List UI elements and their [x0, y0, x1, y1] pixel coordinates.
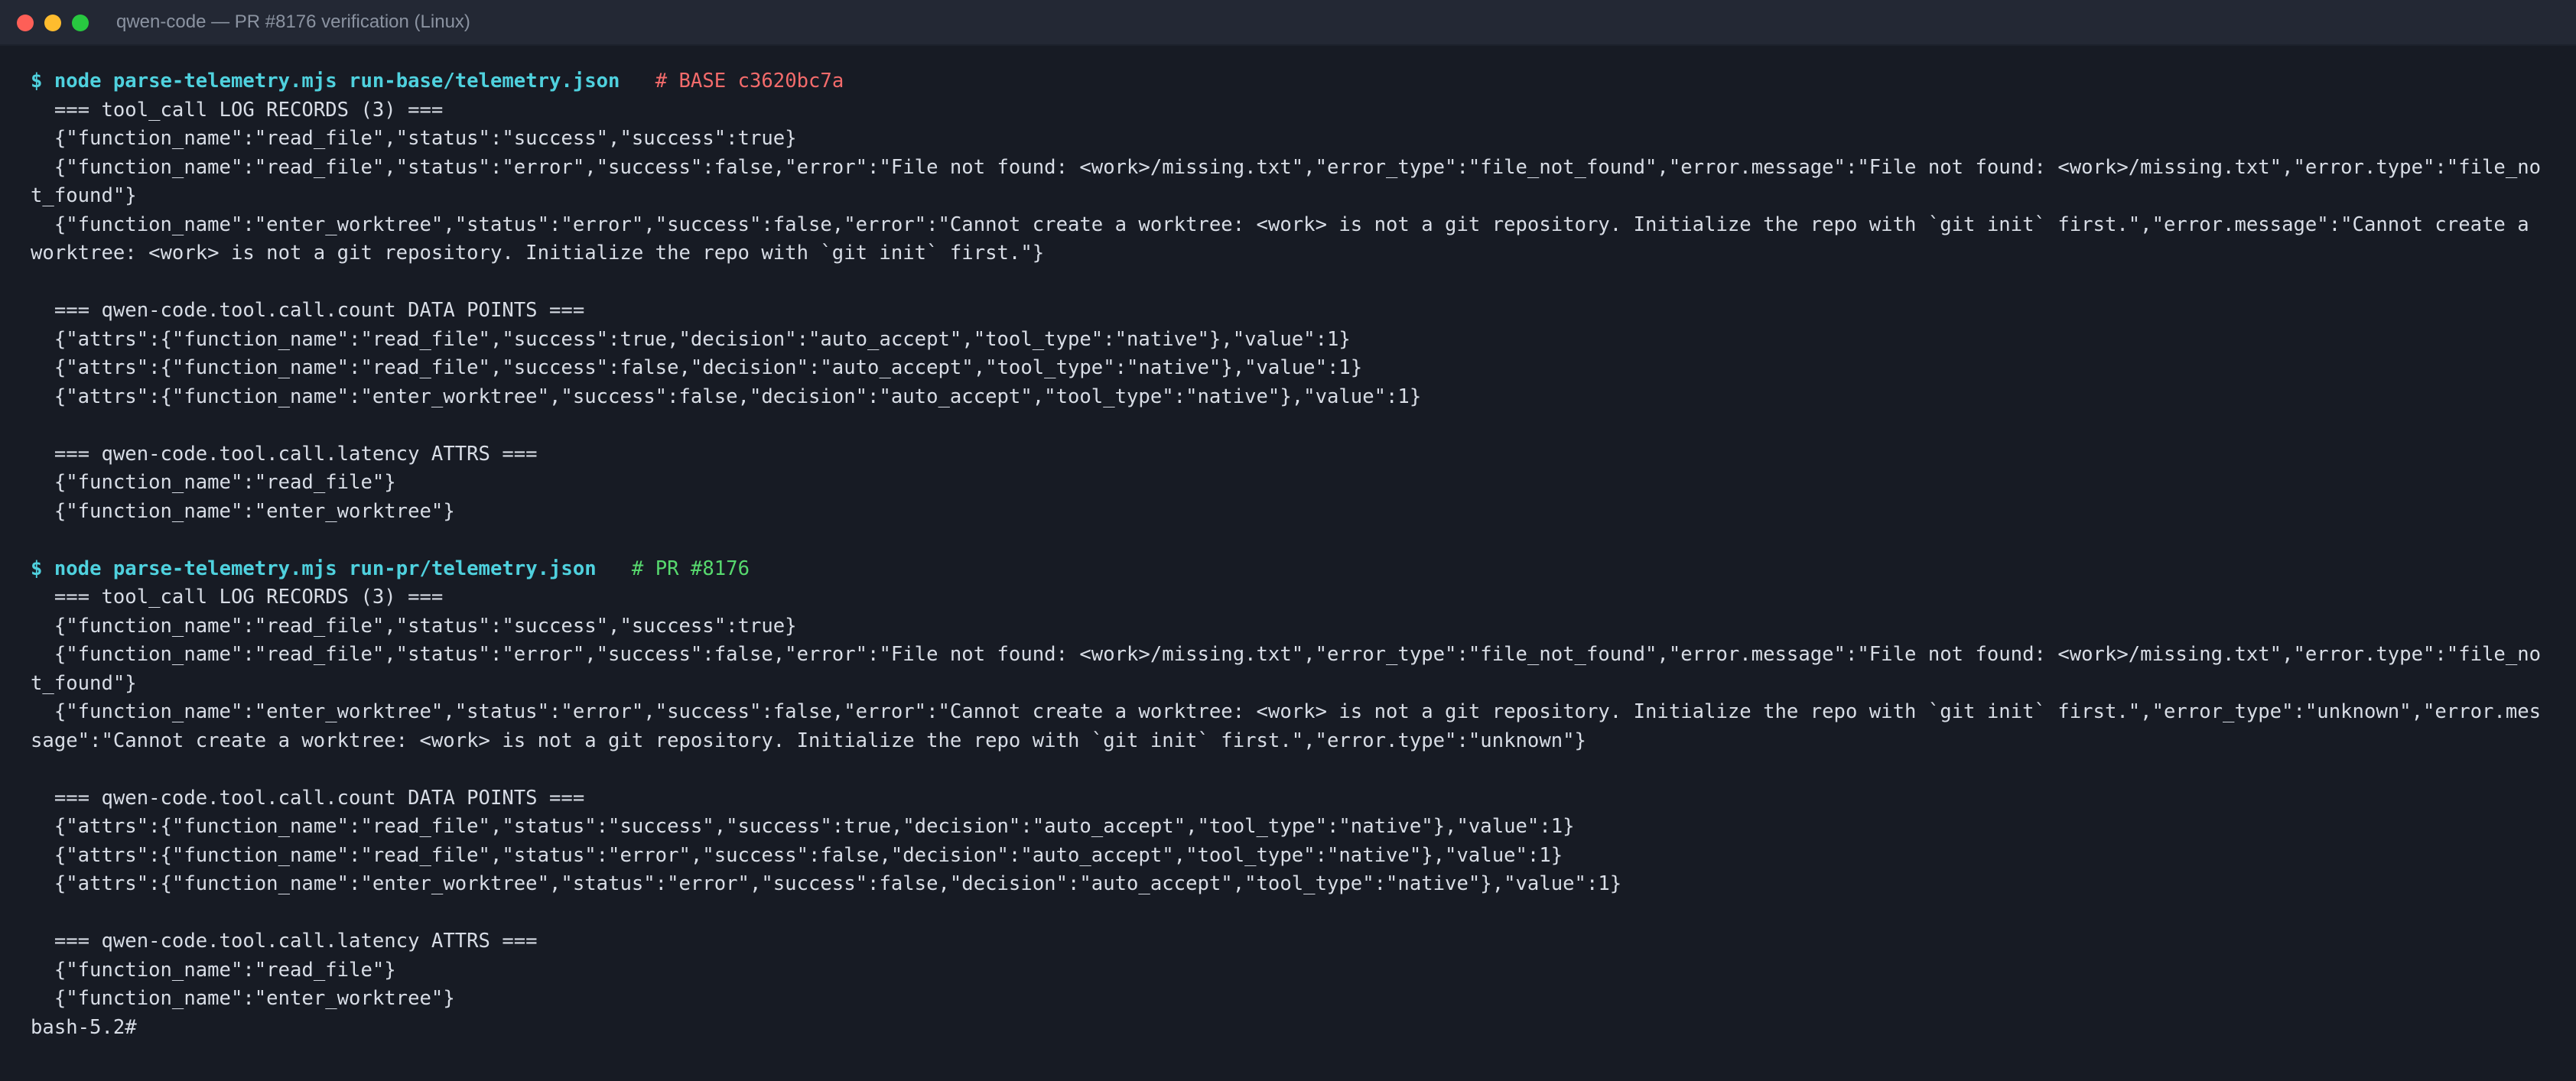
window-title: qwen-code — PR #8176 verification (Linux… — [116, 11, 470, 32]
output-line: {"function_name":"read_file"} — [31, 956, 2547, 985]
output-line-text: {"function_name":"enter_worktree"} — [54, 987, 455, 1010]
output-line: {"attrs":{"function_name":"enter_worktre… — [31, 383, 2547, 412]
output-line: {"attrs":{"function_name":"read_file","s… — [31, 842, 2547, 871]
output-line-text: {"function_name":"read_file","status":"e… — [31, 155, 2542, 208]
command-comment: # BASE c3620bc7a — [655, 70, 844, 93]
output-line-text: {"function_name":"read_file"} — [54, 958, 396, 982]
prompt-symbol: $ — [31, 70, 43, 93]
terminal-window: qwen-code — PR #8176 verification (Linux… — [0, 0, 2576, 1081]
maximize-window-button[interactable] — [72, 15, 89, 31]
output-line: {"function_name":"read_file","status":"s… — [31, 612, 2547, 641]
title-bar: qwen-code — PR #8176 verification (Linux… — [0, 0, 2576, 46]
output-line: {"function_name":"enter_worktree","statu… — [31, 211, 2547, 268]
output-line-text: {"attrs":{"function_name":"read_file","s… — [54, 815, 1575, 838]
section-header: === qwen-code.tool.call.latency ATTRS ==… — [31, 440, 2547, 469]
output-line: {"attrs":{"function_name":"read_file","s… — [31, 354, 2547, 383]
output-line: {"function_name":"read_file","status":"s… — [31, 125, 2547, 154]
section-header-text: === qwen-code.tool.call.count DATA POINT… — [54, 786, 585, 810]
command-line-base: $ node parse-telemetry.mjs run-base/tele… — [31, 67, 2547, 96]
output-line-text: {"function_name":"read_file","status":"e… — [31, 643, 2542, 695]
command-text: node parse-telemetry.mjs run-base/teleme… — [54, 70, 620, 93]
section-header-text: === tool_call LOG RECORDS (3) === — [54, 98, 444, 122]
output-line-text: {"attrs":{"function_name":"read_file","s… — [54, 356, 1363, 379]
minimize-window-button[interactable] — [44, 15, 61, 31]
section-header-text: === qwen-code.tool.call.latency ATTRS ==… — [54, 442, 538, 466]
shell-prompt-text: bash-5.2# — [31, 1015, 137, 1039]
output-line: {"function_name":"enter_worktree"} — [31, 985, 2547, 1014]
section-header: === qwen-code.tool.call.count DATA POINT… — [31, 784, 2547, 813]
section-header: === qwen-code.tool.call.count DATA POINT… — [31, 297, 2547, 326]
output-line: {"attrs":{"function_name":"read_file","s… — [31, 813, 2547, 842]
output-line: {"function_name":"read_file","status":"e… — [31, 641, 2547, 698]
section-header: === tool_call LOG RECORDS (3) === — [31, 583, 2547, 612]
section-header-text: === tool_call LOG RECORDS (3) === — [54, 586, 444, 609]
output-line-text: {"attrs":{"function_name":"read_file","s… — [54, 327, 1351, 351]
shell-prompt[interactable]: bash-5.2# — [31, 1014, 2547, 1043]
output-line-text: {"function_name":"enter_worktree","statu… — [31, 700, 2542, 752]
output-line: {"attrs":{"function_name":"enter_worktre… — [31, 870, 2547, 899]
close-window-button[interactable] — [17, 15, 34, 31]
output-line-text: {"function_name":"read_file","status":"s… — [54, 127, 797, 150]
command-comment: # PR #8176 — [631, 557, 750, 580]
output-line-text: {"attrs":{"function_name":"enter_worktre… — [54, 872, 1622, 895]
output-line-text: {"attrs":{"function_name":"enter_worktre… — [54, 385, 1422, 408]
output-line: {"function_name":"read_file","status":"e… — [31, 154, 2547, 211]
section-header-text: === qwen-code.tool.call.count DATA POINT… — [54, 299, 585, 322]
output-line-text: {"function_name":"enter_worktree","statu… — [31, 213, 2542, 265]
command-line-pr: $ node parse-telemetry.mjs run-pr/teleme… — [31, 555, 2547, 584]
output-line-text: {"function_name":"read_file"} — [54, 471, 396, 494]
terminal-output[interactable]: $ node parse-telemetry.mjs run-base/tele… — [31, 67, 2547, 1042]
section-header-text: === qwen-code.tool.call.latency ATTRS ==… — [54, 930, 538, 953]
output-line-text: {"function_name":"enter_worktree"} — [54, 499, 455, 523]
output-line: {"function_name":"enter_worktree"} — [31, 498, 2547, 527]
output-line: {"function_name":"enter_worktree","statu… — [31, 698, 2547, 755]
output-line-text: {"function_name":"read_file","status":"s… — [54, 614, 797, 638]
output-line: {"attrs":{"function_name":"read_file","s… — [31, 326, 2547, 355]
command-text: node parse-telemetry.mjs run-pr/telemetr… — [54, 557, 597, 580]
output-line: {"function_name":"read_file"} — [31, 469, 2547, 498]
output-line-text: {"attrs":{"function_name":"read_file","s… — [54, 843, 1563, 867]
section-header: === tool_call LOG RECORDS (3) === — [31, 96, 2547, 125]
section-header: === qwen-code.tool.call.latency ATTRS ==… — [31, 927, 2547, 956]
prompt-symbol: $ — [31, 557, 43, 580]
